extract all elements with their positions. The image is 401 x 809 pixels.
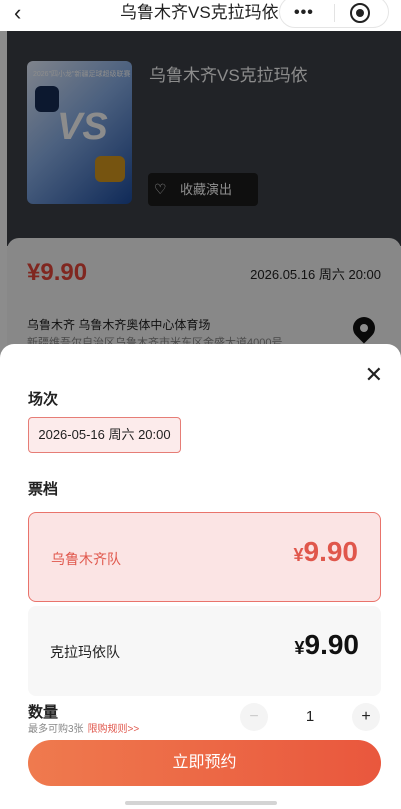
reserve-button[interactable]: 立即预约 xyxy=(28,740,381,786)
page-title: 乌鲁木齐VS克拉玛依 xyxy=(120,3,279,22)
ticket-name: 乌鲁木齐队 xyxy=(51,551,121,567)
increase-quantity-button[interactable]: + xyxy=(352,703,380,731)
session-option[interactable]: 2026-05-16 周六 20:00 xyxy=(28,417,181,453)
ticket-price-value: 9.90 xyxy=(303,536,359,567)
session-section-title: 场次 xyxy=(28,391,59,408)
purchase-rule-link[interactable]: 限购规则>> xyxy=(88,724,140,735)
capsule-divider xyxy=(334,4,335,22)
top-nav: ‹ 乌鲁木齐VS克拉玛依 ••• xyxy=(0,0,401,31)
quantity-title: 数量 xyxy=(28,704,59,721)
ticket-price-value: 9.90 xyxy=(304,629,360,660)
ticket-section-title: 票档 xyxy=(28,481,59,498)
ticket-price: ¥9.90 xyxy=(293,536,358,568)
home-indicator xyxy=(125,801,277,805)
target-icon[interactable] xyxy=(350,3,370,23)
close-icon[interactable]: ✕ xyxy=(365,364,383,386)
ticket-option-karamay[interactable]: 克拉玛依队 ¥9.90 xyxy=(28,606,381,696)
ticket-selection-sheet: ✕ 场次 2026-05-16 周六 20:00 票档 乌鲁木齐队 ¥9.90 … xyxy=(0,344,401,809)
quantity-value: 1 xyxy=(305,708,315,725)
decrease-quantity-button[interactable]: − xyxy=(240,703,268,731)
currency-symbol: ¥ xyxy=(293,545,304,565)
ticket-option-urumqi[interactable]: 乌鲁木齐队 ¥9.90 xyxy=(28,512,381,602)
quantity-limit-text: 最多可购3张 xyxy=(28,724,84,735)
quantity-note: 最多可购3张 限购规则>> xyxy=(28,720,139,735)
ticket-name: 克拉玛依队 xyxy=(50,644,120,660)
ticket-price: ¥9.90 xyxy=(294,629,359,661)
more-icon[interactable]: ••• xyxy=(294,4,314,22)
mini-program-capsule: ••• xyxy=(279,0,389,28)
back-icon[interactable]: ‹ xyxy=(14,0,21,26)
currency-symbol: ¥ xyxy=(294,638,305,658)
